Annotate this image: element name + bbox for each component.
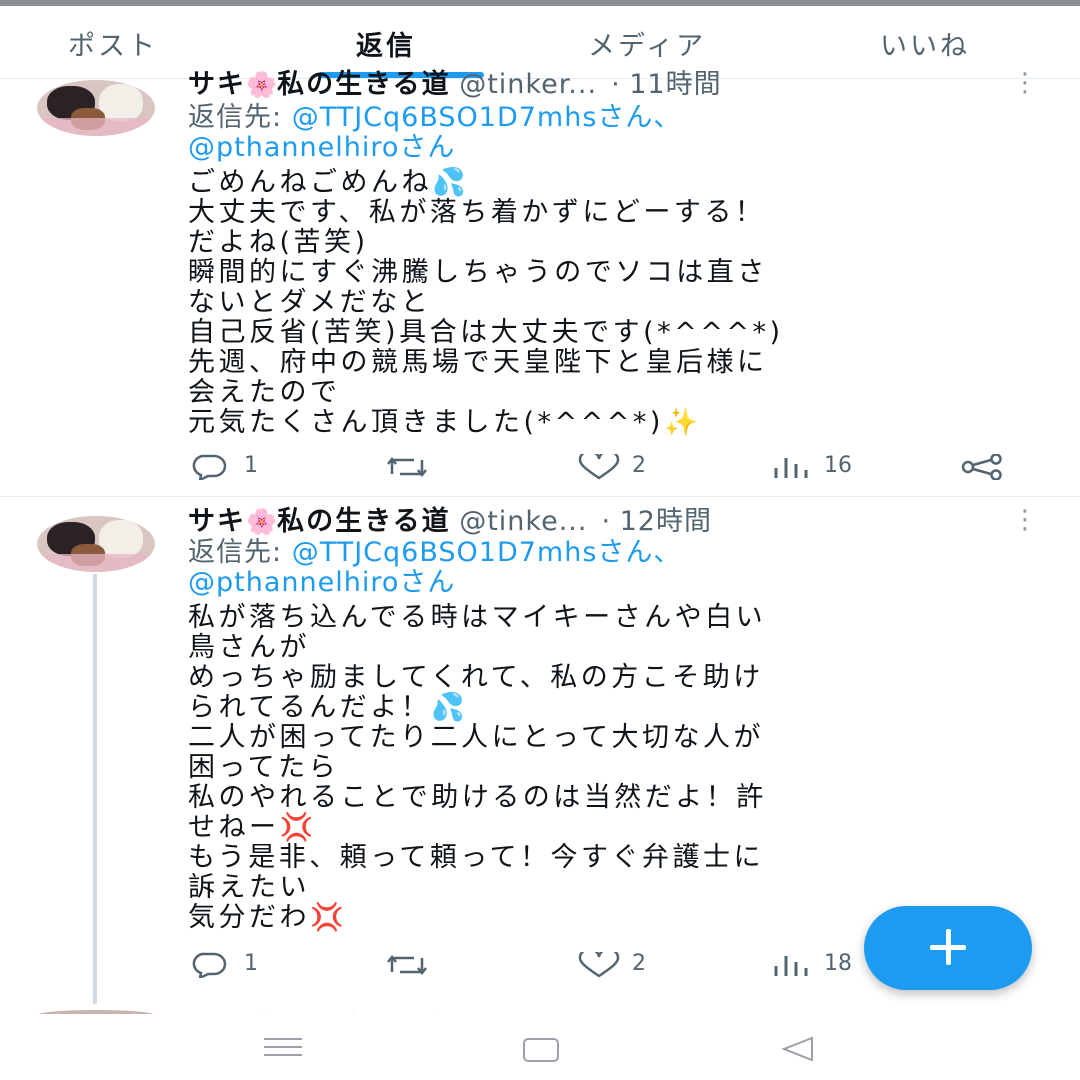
separator-dot: · [611,69,621,100]
retweet-icon [387,456,427,478]
heart-icon [578,454,620,480]
text-line: 鳥さんが [188,632,310,663]
reply-to-label: 返信先: [188,537,292,568]
tweet-actions: 1 2 16 [188,446,1048,486]
display-name[interactable]: サキ [188,69,246,100]
mention-link[interactable]: @TTJCq6BSO1D7mhsさん、 [292,537,682,568]
view-count: 18 [824,951,852,976]
display-name-suffix[interactable]: 私の生きる道 [277,506,450,537]
retweet-button[interactable] [384,446,444,486]
text-line: 二人が困ってたり二人にとって大切な人が [188,722,764,753]
more-options-icon[interactable]: ⋮ [1012,70,1038,96]
cherry-blossom-icon: 🌸 [246,70,278,99]
user-handle[interactable]: @tinke... [459,506,587,537]
text-line: ないとダメだなと [188,287,432,318]
tweet-text: ごめんねごめんね💦 大丈夫です、私が落ち着かずにどーする！ だよね(苦笑) 瞬間… [188,168,1048,438]
display-name-suffix[interactable]: 私の生きる道 [277,69,450,100]
share-button[interactable] [960,446,1006,486]
mention-link[interactable]: @TTJCq6BSO1D7mhsさん、 [292,102,682,133]
text-line: 先週、府中の競馬場で天皇陛下と皇后様に [188,347,768,378]
reply-to: 返信先: @TTJCq6BSO1D7mhsさん、 [188,537,681,569]
reply-button[interactable]: 1 [188,446,278,486]
text-line: 気分だわ [188,902,310,933]
reply-to-line-2: @pthannelhiroさん [188,567,455,599]
views-button[interactable]: 16 [772,446,872,486]
like-button[interactable]: 2 [576,944,666,984]
sweat-droplets-icon: 💦 [431,692,469,723]
text-line: 自己反省(苦笑)具合は大丈夫です(*^^^*) [188,317,784,348]
timestamp[interactable]: 11時間 [629,69,721,100]
home-icon[interactable] [523,1038,559,1062]
mention-link[interactable]: @pthannelhiroさん [188,132,455,163]
tweet-header: サキ🌸私の生きる道 @tinker... · 11時間 [188,68,722,102]
text-line: 困ってたら [188,752,340,783]
reply-count: 1 [244,453,258,478]
views-button[interactable]: 18 [772,944,872,984]
reply-button[interactable]: 1 [188,944,278,984]
text-line: 瞬間的にすぐ沸騰しちゃうのでソコは直さ [188,257,768,288]
reply-count: 1 [244,951,258,976]
sparkles-icon: ✨ [663,407,702,438]
display-name[interactable]: サキ [188,506,246,537]
text-line: 私のやれることで助けるのは当然だよ！許 [188,782,767,813]
analytics-icon [774,458,808,478]
reply-to: 返信先: @TTJCq6BSO1D7mhsさん、 [188,102,681,134]
back-icon[interactable] [780,1034,816,1064]
anger-symbol-icon: 💢 [310,902,348,933]
tweet[interactable]: サキ🌸私の生きる道 @tinker... · 11時間 ⋮ 返信先: @TTJCq… [0,0,1080,497]
text-line: 大丈夫です、私が落ち着かずにどーする！ [188,197,766,228]
analytics-icon [774,956,808,976]
like-button[interactable]: 2 [576,446,666,486]
tweet-header: サキ🌸私の生きる道 @tinke... · 12時間 [188,505,712,539]
cherry-blossom-icon: 🌸 [246,507,278,536]
text-line: 私が落ち込んでる時はマイキーさんや白い [188,602,767,633]
view-count: 16 [824,453,852,478]
avatar[interactable] [37,80,155,136]
text-line: だよね(苦笑) [188,227,369,258]
avatar[interactable] [37,516,155,572]
reply-icon [192,952,227,978]
timestamp[interactable]: 12時間 [620,506,712,537]
share-icon [961,454,1002,480]
sweat-droplets-icon: 💦 [432,167,470,198]
mention-link[interactable]: @pthannelhiroさん [188,567,455,598]
compose-button[interactable] [864,906,1032,990]
system-nav-bar [0,1014,1080,1080]
text-line: めっちゃ励ましてくれて、私の方こそ助け [188,662,764,693]
menu-icon[interactable] [264,1038,302,1058]
heart-icon [578,952,620,978]
text-line: 会えたので [188,377,341,408]
text-line: ごめんねごめんね [188,167,432,198]
text-line: られてるんだよ！ [188,692,432,723]
retweet-icon [387,954,427,976]
text-line: 元気たくさん頂きました(*^^^*) [188,407,664,438]
reply-icon [192,454,227,480]
user-handle[interactable]: @tinker... [459,69,597,100]
like-count: 2 [632,951,646,976]
thread-connector [93,574,97,1004]
like-count: 2 [632,453,646,478]
text-line: せねー [188,812,280,843]
separator-dot: · [601,506,612,537]
reply-to-line-2: @pthannelhiroさん [188,132,455,164]
tweet-text: 私が落ち込んでる時はマイキーさんや白い 鳥さんが めっちゃ励ましてくれて、私の方… [188,603,1048,933]
text-line: 訴えたい [188,872,310,903]
text-line: もう是非、頼って頼って！今すぐ弁護士に [188,842,764,873]
anger-symbol-icon: 💢 [279,812,317,843]
retweet-button[interactable] [384,944,444,984]
more-options-icon[interactable]: ⋮ [1012,507,1038,533]
reply-to-label: 返信先: [188,102,292,133]
